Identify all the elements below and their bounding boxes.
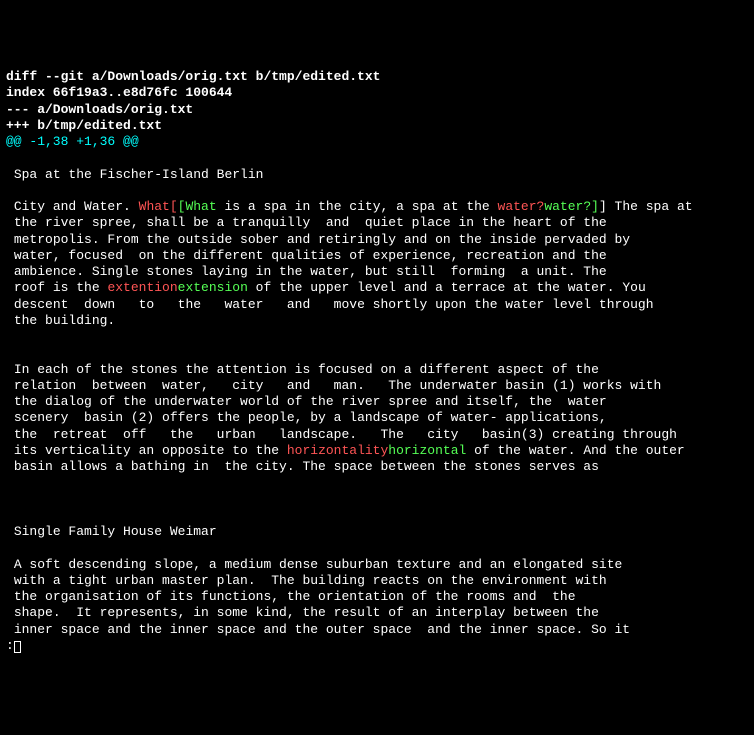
cursor-icon xyxy=(14,641,21,653)
index-line: index 66f19a3..e8d76fc 100644 xyxy=(6,85,232,100)
context-line xyxy=(6,475,14,490)
context-line: the river spree, shall be a tranquilly a… xyxy=(6,215,607,230)
context-line xyxy=(6,540,14,555)
context-line: City and Water. What[[What is a spa in t… xyxy=(6,199,693,214)
context-line xyxy=(6,508,14,523)
context-line: Single Family House Weimar xyxy=(6,524,217,539)
context-line: its verticality an opposite to the horiz… xyxy=(6,443,685,458)
context-line xyxy=(6,492,14,507)
context-line: roof is the extentionextension of the up… xyxy=(6,280,646,295)
context-line: descent down to the water and move short… xyxy=(6,297,654,312)
diff-header-line: diff --git a/Downloads/orig.txt b/tmp/ed… xyxy=(6,69,380,84)
diff-output: diff --git a/Downloads/orig.txt b/tmp/ed… xyxy=(6,69,748,654)
from-file: --- a/Downloads/orig.txt xyxy=(6,102,193,117)
context-line: the building. xyxy=(6,313,115,328)
context-line: A soft descending slope, a medium dense … xyxy=(6,557,622,572)
added-text: horizontal xyxy=(388,443,466,458)
added-text: extension xyxy=(178,280,248,295)
context-line xyxy=(6,150,14,165)
context-line: basin allows a bathing in the city. The … xyxy=(6,459,599,474)
context-line xyxy=(6,183,14,198)
context-line: relation between water, city and man. Th… xyxy=(6,378,661,393)
hunk-header: @@ -1,38 +1,36 @@ xyxy=(6,134,139,149)
to-file: +++ b/tmp/edited.txt xyxy=(6,118,162,133)
context-line: In each of the stones the attention is f… xyxy=(6,362,599,377)
context-line: inner space and the inner space and the … xyxy=(6,622,630,637)
context-line xyxy=(6,329,14,344)
context-line: the dialog of the underwater world of th… xyxy=(6,394,607,409)
context-line: scenery basin (2) offers the people, by … xyxy=(6,410,607,425)
context-line: metropolis. From the outside sober and r… xyxy=(6,232,630,247)
deleted-text: What[ xyxy=(139,199,178,214)
context-line: with a tight urban master plan. The buil… xyxy=(6,573,607,588)
added-text: water?] xyxy=(544,199,599,214)
context-line xyxy=(6,345,14,360)
deleted-text: horizontality xyxy=(287,443,388,458)
added-text: [What xyxy=(178,199,217,214)
context-line: Spa at the Fischer-Island Berlin xyxy=(6,167,263,182)
context-line: shape. It represents, in some kind, the … xyxy=(6,605,599,620)
context-line: water, focused on the different qualitie… xyxy=(6,248,607,263)
pager-prompt[interactable]: : xyxy=(6,638,21,653)
context-line: ambience. Single stones laying in the wa… xyxy=(6,264,607,279)
context-line: the retreat off the urban landscape. The… xyxy=(6,427,677,442)
deleted-text: extention xyxy=(107,280,177,295)
deleted-text: water? xyxy=(498,199,545,214)
context-line: the organisation of its functions, the o… xyxy=(6,589,576,604)
